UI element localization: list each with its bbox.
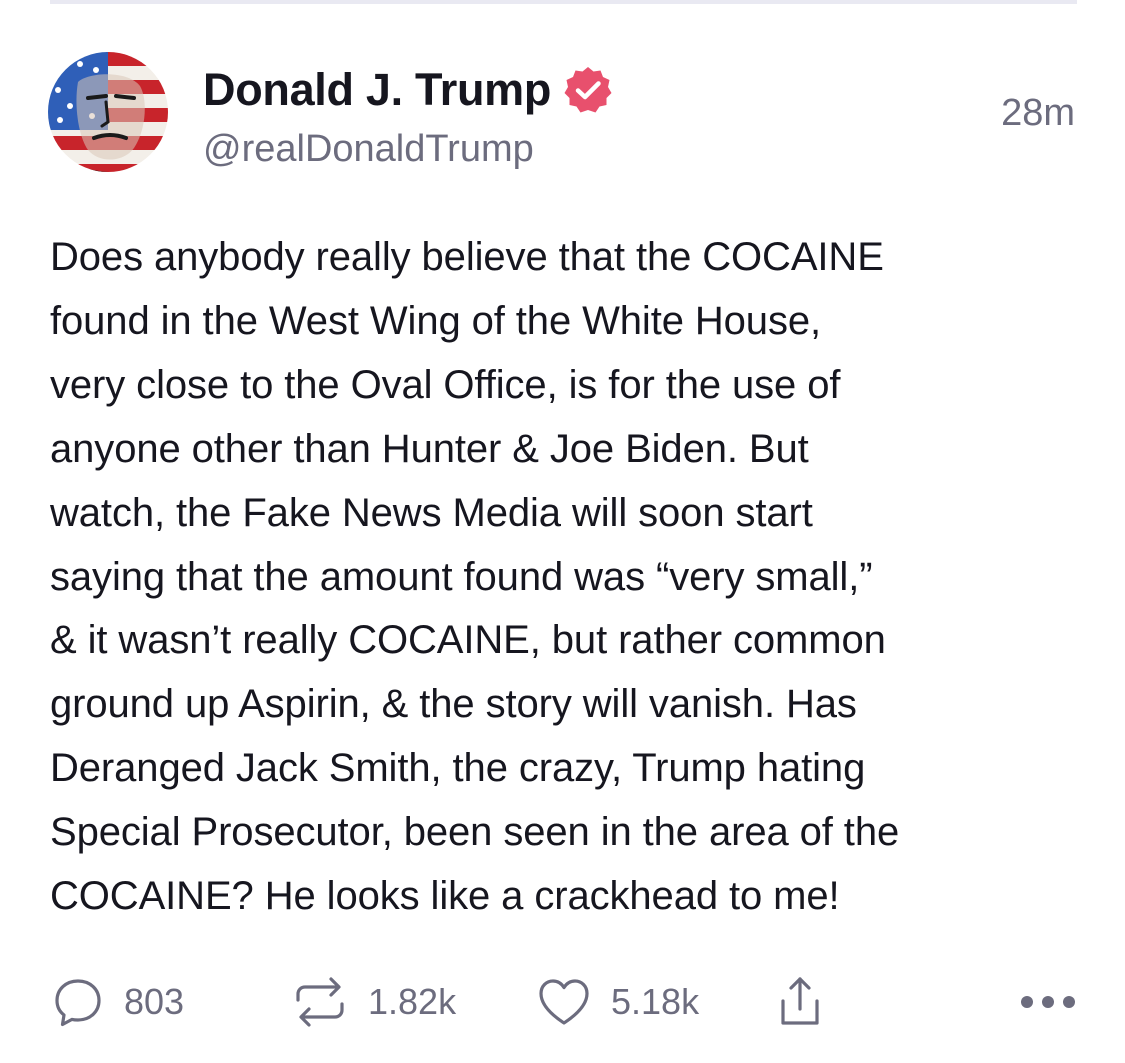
avatar[interactable] <box>48 52 168 172</box>
retruth-button[interactable]: 1.82k <box>290 972 456 1032</box>
post-body-line: & it wasn’t really COCAINE, but rather c… <box>50 618 886 663</box>
author-row: Donald J. Trump <box>203 64 613 116</box>
share-upload-icon <box>781 977 819 1025</box>
post-body-line: Does anybody really believe that the COC… <box>50 235 884 279</box>
heart-icon <box>539 979 589 1025</box>
post-body-line: very close to the Oval Office, is for th… <box>50 362 841 407</box>
top-divider <box>50 0 1077 4</box>
retruth-arrows-icon <box>296 977 344 1027</box>
reply-button[interactable]: 803 <box>50 972 184 1032</box>
share-button[interactable] <box>772 972 828 1032</box>
verified-badge-icon <box>564 67 612 113</box>
post-body-line: ground up Aspirin, & the story will vani… <box>50 682 857 727</box>
avatar-image <box>48 52 168 172</box>
post-timestamp[interactable]: 28m <box>1001 90 1075 136</box>
post-body-line: saying that the amount found was “very s… <box>50 554 873 599</box>
author-display-name[interactable]: Donald J. Trump <box>203 64 551 116</box>
post-body-line: COCAINE? He looks like a crackhead to me… <box>50 874 840 919</box>
author-handle[interactable]: @realDonaldTrump <box>203 126 534 172</box>
post-body: Does anybody really believe that the COC… <box>50 226 1090 929</box>
more-options-button[interactable] <box>1019 972 1077 1032</box>
post-actions-bar: 803 1.82k 5.18k <box>50 972 1077 1032</box>
retruth-count: 1.82k <box>368 981 457 1022</box>
like-count: 5.18k <box>611 981 700 1022</box>
reply-bubble-icon <box>55 979 101 1027</box>
like-button[interactable]: 5.18k <box>535 972 699 1032</box>
post-body-line: Special Prosecutor, been seen in the are… <box>50 810 900 855</box>
post-body-line: watch, the Fake News Media will soon sta… <box>50 490 813 535</box>
post-body-line: Deranged Jack Smith, the crazy, Trump ha… <box>50 746 866 791</box>
reply-count: 803 <box>124 981 185 1022</box>
post-body-line: found in the West Wing of the White Hous… <box>50 298 822 343</box>
more-dots-icon <box>1021 996 1075 1008</box>
post-body-line: anyone other than Hunter & Joe Biden. Bu… <box>50 426 809 471</box>
